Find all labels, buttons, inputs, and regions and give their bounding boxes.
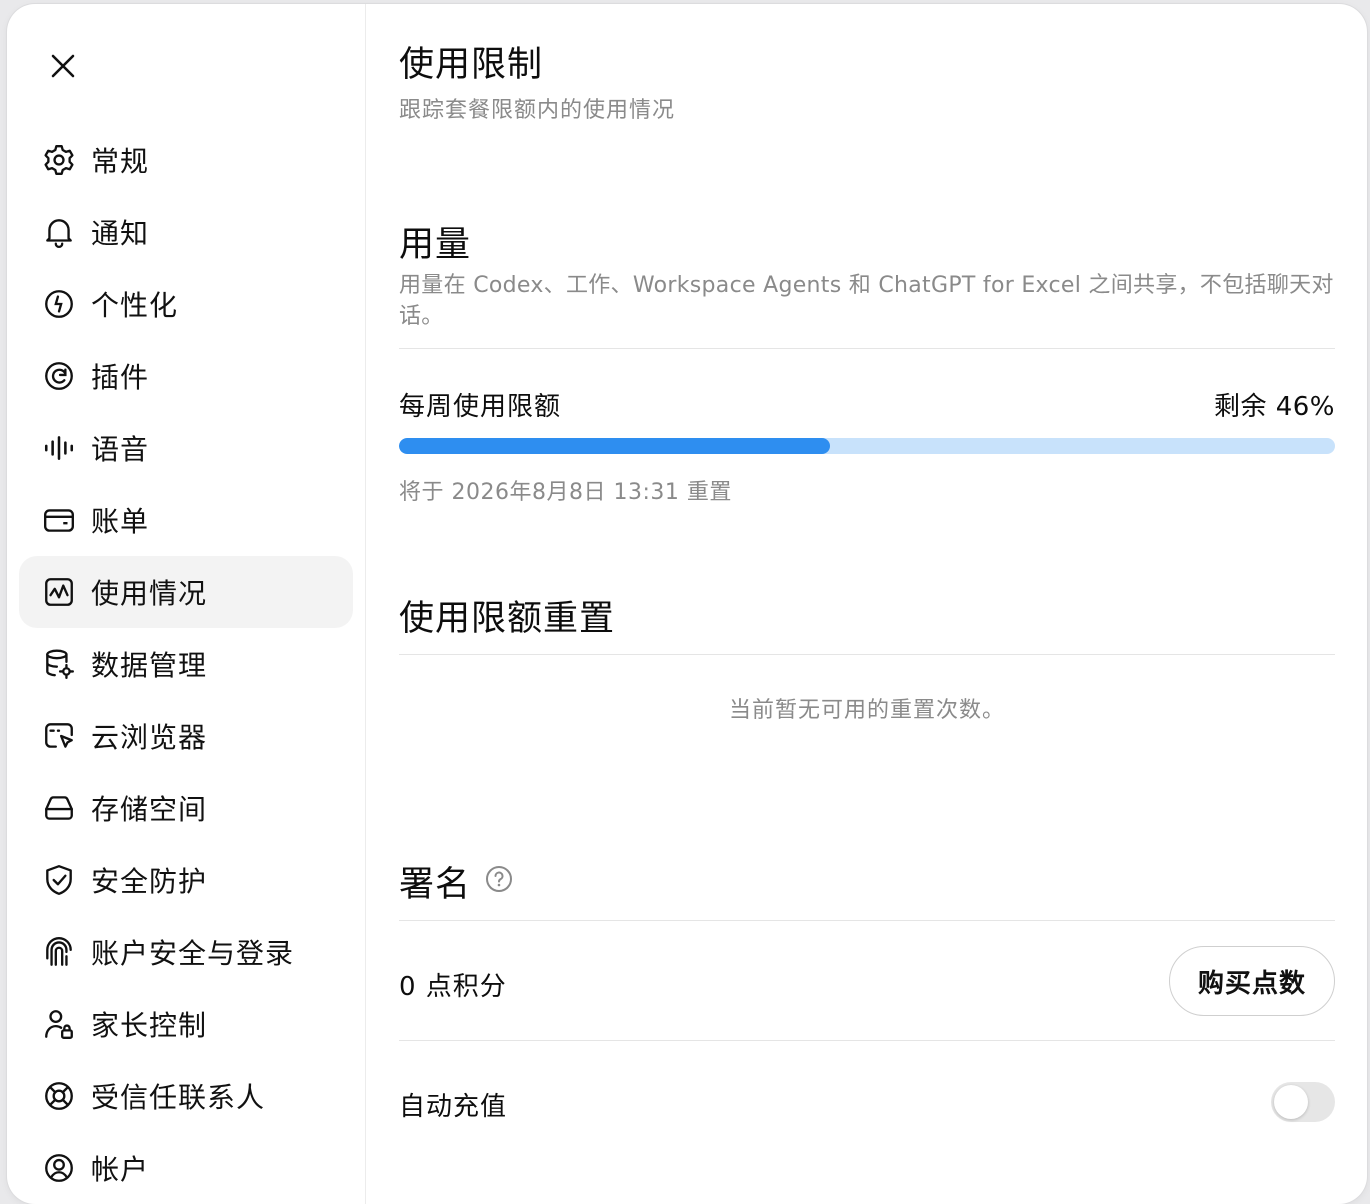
sidebar-item-label: 存储空间 bbox=[91, 793, 208, 826]
toggle-knob bbox=[1274, 1085, 1308, 1119]
settings-nav: 常规 通知 个性化 插件 语音 账单 使用情况 数据管理 云浏览器 存储空间 安… bbox=[19, 124, 353, 1204]
limit-reset-section-title: 使用限额重置 bbox=[399, 599, 616, 639]
usage-section-title: 用量 bbox=[399, 225, 472, 265]
plugin-icon bbox=[41, 358, 77, 394]
sidebar-item-storage[interactable]: 存储空间 bbox=[19, 772, 353, 844]
sidebar-item-general[interactable]: 常规 bbox=[19, 124, 353, 196]
help-icon[interactable] bbox=[485, 865, 513, 893]
weekly-usage-progress-bar bbox=[399, 438, 1335, 454]
sidebar-item-voice[interactable]: 语音 bbox=[19, 412, 353, 484]
credits-balance: 0 点积分 bbox=[399, 972, 507, 1002]
sidebar-item-label: 个性化 bbox=[91, 289, 179, 322]
divider bbox=[399, 920, 1335, 921]
sidebar-item-label: 使用情况 bbox=[91, 577, 208, 610]
weekly-reset-time: 将于 2026年8月8日 13:31 重置 bbox=[399, 480, 732, 505]
page-title: 使用限制 bbox=[399, 45, 544, 85]
close-icon bbox=[51, 54, 75, 78]
sidebar-item-label: 家长控制 bbox=[91, 1009, 208, 1042]
usage-settings-panel: 使用限制 跟踪套餐限额内的使用情况 用量 用量在 Codex、工作、Worksp… bbox=[399, 4, 1335, 1204]
usage-chart-icon bbox=[41, 574, 77, 610]
database-gear-icon bbox=[41, 646, 77, 682]
sidebar-item-usage[interactable]: 使用情况 bbox=[19, 556, 353, 628]
sidebar-item-personalization[interactable]: 个性化 bbox=[19, 268, 353, 340]
sidebar-item-label: 数据管理 bbox=[91, 649, 208, 682]
weekly-limit-remaining: 剩余 46% bbox=[1213, 392, 1335, 422]
sidebar-item-billing[interactable]: 账单 bbox=[19, 484, 353, 556]
weekly-usage-progress-fill bbox=[399, 438, 830, 454]
sidebar-item-account[interactable]: 帐户 bbox=[19, 1132, 353, 1204]
buy-credits-button[interactable]: 购买点数 bbox=[1169, 946, 1335, 1016]
signature-section-title: 署名 bbox=[399, 865, 472, 905]
sidebar-item-label: 帐户 bbox=[91, 1153, 150, 1186]
usage-description: 用量在 Codex、工作、Workspace Agents 和 ChatGPT … bbox=[399, 273, 1334, 329]
sidebar-item-parental-controls[interactable]: 家长控制 bbox=[19, 988, 353, 1060]
sidebar-item-data-management[interactable]: 数据管理 bbox=[19, 628, 353, 700]
divider bbox=[399, 654, 1335, 655]
divider bbox=[399, 1040, 1335, 1041]
close-button[interactable] bbox=[43, 46, 83, 86]
storage-drive-icon bbox=[41, 790, 77, 826]
auto-topup-label: 自动充值 bbox=[399, 1092, 508, 1122]
sidebar-item-label: 云浏览器 bbox=[91, 721, 208, 754]
auto-topup-toggle[interactable] bbox=[1271, 1082, 1335, 1122]
sidebar-item-cloud-browser[interactable]: 云浏览器 bbox=[19, 700, 353, 772]
settings-window: 常规 通知 个性化 插件 语音 账单 使用情况 数据管理 云浏览器 存储空间 安… bbox=[7, 4, 1367, 1204]
sidebar-item-plugins[interactable]: 插件 bbox=[19, 340, 353, 412]
gear-icon bbox=[41, 142, 77, 178]
lifebuoy-icon bbox=[41, 1078, 77, 1114]
sidebar-item-notifications[interactable]: 通知 bbox=[19, 196, 353, 268]
wallet-icon bbox=[41, 502, 77, 538]
sidebar-item-label: 通知 bbox=[91, 217, 150, 250]
sidebar-item-security[interactable]: 安全防护 bbox=[19, 844, 353, 916]
bell-icon bbox=[41, 214, 77, 250]
cloud-browser-icon bbox=[41, 718, 77, 754]
sidebar-item-account-security[interactable]: 账户安全与登录 bbox=[19, 916, 353, 988]
sidebar-item-label: 受信任联系人 bbox=[91, 1081, 266, 1114]
limit-reset-empty-state: 当前暂无可用的重置次数。 bbox=[728, 698, 1005, 723]
sidebar-item-label: 常规 bbox=[91, 145, 150, 178]
sidebar-item-label: 账户安全与登录 bbox=[91, 937, 295, 970]
parental-control-icon bbox=[41, 1006, 77, 1042]
page-subtitle: 跟踪套餐限额内的使用情况 bbox=[399, 98, 676, 123]
shield-check-icon bbox=[41, 862, 77, 898]
sidebar-item-label: 账单 bbox=[91, 505, 150, 538]
divider bbox=[399, 348, 1335, 349]
personalization-icon bbox=[41, 286, 77, 322]
settings-sidebar: 常规 通知 个性化 插件 语音 账单 使用情况 数据管理 云浏览器 存储空间 安… bbox=[7, 4, 366, 1204]
sidebar-item-label: 插件 bbox=[91, 361, 150, 394]
sidebar-item-label: 语音 bbox=[91, 433, 150, 466]
voice-waveform-icon bbox=[41, 430, 77, 466]
account-circle-icon bbox=[41, 1150, 77, 1186]
sidebar-item-trusted-contacts[interactable]: 受信任联系人 bbox=[19, 1060, 353, 1132]
weekly-limit-label: 每周使用限额 bbox=[399, 392, 562, 422]
sidebar-item-label: 安全防护 bbox=[91, 865, 208, 898]
security-login-icon bbox=[41, 934, 77, 970]
